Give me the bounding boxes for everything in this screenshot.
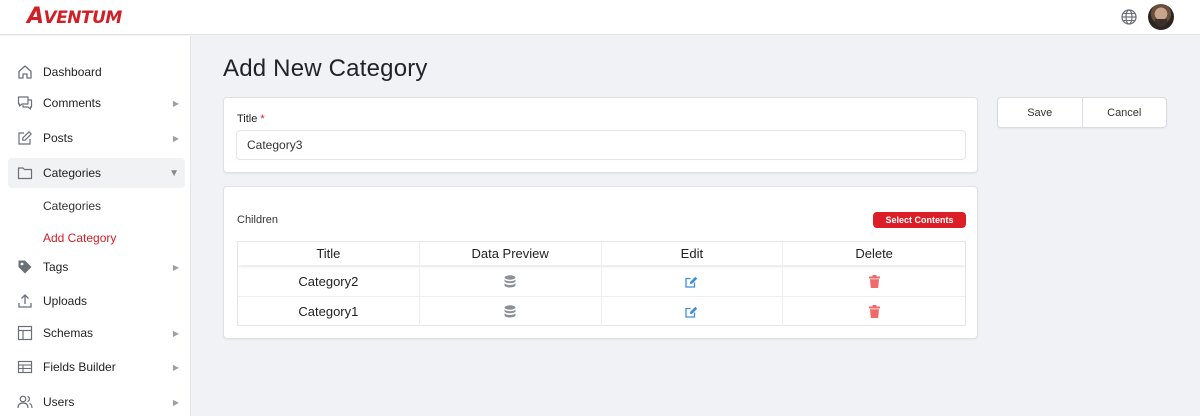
sidebar-item-label: Tags	[43, 260, 69, 274]
trash-icon[interactable]	[868, 275, 880, 288]
sidebar-item-label: Comments	[43, 96, 102, 110]
save-button[interactable]: Save	[998, 98, 1082, 127]
chevron-right-icon: ▶	[172, 262, 179, 272]
upload-icon	[18, 294, 32, 308]
column-header-delete: Delete	[855, 246, 893, 261]
sidebar-item-label: Categories	[43, 166, 102, 180]
sidebar-item-tags[interactable]: Tags ▶	[8, 252, 185, 282]
table-row: Category2	[238, 266, 965, 296]
top-bar: AVENTUM	[0, 0, 1200, 35]
layout-icon	[17, 325, 33, 341]
sidebar: Dashboard Comments ▶ Posts ▶ Categories …	[0, 36, 191, 416]
edit-cell	[602, 297, 784, 326]
table-row: Category1	[238, 296, 965, 326]
chevron-right-icon: ▶	[172, 328, 179, 338]
delete-cell	[783, 267, 965, 296]
edit-cell	[602, 267, 784, 296]
chevron-down-icon: ▼	[169, 167, 179, 179]
sidebar-item-categories[interactable]: Categories ▼	[8, 158, 185, 188]
sidebar-item-label: Fields Builder	[43, 360, 116, 374]
table-header: Title Data Preview Edit Delete	[238, 242, 965, 265]
sidebar-item-uploads[interactable]: Uploads	[8, 286, 185, 316]
column-header-data-preview: Data Preview	[420, 242, 602, 265]
trash-icon[interactable]	[868, 305, 880, 318]
edit-icon[interactable]	[685, 276, 698, 288]
children-card: Children Select Contents Title Data Prev…	[223, 186, 978, 339]
children-table: Title Data Preview Edit Delete Category2…	[237, 241, 966, 326]
sidebar-item-posts[interactable]: Posts ▶	[8, 123, 185, 153]
comments-icon	[17, 96, 33, 110]
children-label: Children	[237, 214, 278, 226]
aventum-logo[interactable]: AVENTUM	[27, 4, 122, 29]
column-header-title: Title	[238, 242, 420, 265]
sidebar-item-label: Schemas	[43, 326, 94, 340]
row-title: Category2	[238, 267, 420, 296]
tag-icon	[18, 260, 32, 274]
sidebar-item-schemas[interactable]: Schemas ▶	[8, 318, 185, 348]
sidebar-item-label: Uploads	[43, 294, 88, 308]
sidebar-item-users[interactable]: Users ▶	[8, 387, 185, 416]
delete-cell	[783, 297, 965, 326]
users-icon	[17, 395, 33, 409]
page-title: Add New Category	[223, 55, 428, 82]
row-title: Category1	[238, 297, 420, 326]
database-icon[interactable]	[504, 305, 516, 318]
title-input[interactable]	[236, 130, 966, 160]
chevron-right-icon: ▶	[172, 98, 179, 108]
home-icon	[18, 65, 32, 79]
edit-icon	[18, 131, 32, 145]
title-field-label: Title *	[237, 113, 265, 125]
chevron-right-icon: ▶	[172, 133, 179, 143]
table-icon	[17, 360, 33, 374]
user-avatar[interactable]	[1148, 4, 1174, 30]
sidebar-item-label: Users	[43, 395, 75, 409]
required-mark: *	[260, 113, 265, 125]
chevron-right-icon: ▶	[172, 362, 179, 372]
sidebar-item-dashboard[interactable]: Dashboard	[8, 57, 185, 87]
title-card: Title *	[223, 97, 978, 173]
sidebar-item-label: Dashboard	[43, 65, 102, 79]
select-contents-button[interactable]: Select Contents	[873, 212, 966, 228]
chevron-right-icon: ▶	[172, 397, 179, 407]
column-header-edit: Edit	[602, 242, 784, 265]
data-preview-cell	[420, 297, 602, 326]
form-actions: Save Cancel	[997, 97, 1167, 128]
sidebar-item-comments[interactable]: Comments ▶	[8, 88, 185, 118]
data-preview-cell	[420, 267, 602, 296]
globe-icon[interactable]	[1121, 9, 1137, 25]
sidebar-subitem-add-category[interactable]: Add Category	[43, 231, 116, 245]
folder-icon	[17, 167, 33, 180]
sidebar-item-label: Posts	[43, 131, 74, 145]
sidebar-subitem-categories[interactable]: Categories	[43, 199, 101, 213]
edit-icon[interactable]	[685, 306, 698, 318]
database-icon[interactable]	[504, 275, 516, 288]
cancel-button[interactable]: Cancel	[1081, 98, 1167, 127]
sidebar-item-fields-builder[interactable]: Fields Builder ▶	[8, 352, 185, 382]
